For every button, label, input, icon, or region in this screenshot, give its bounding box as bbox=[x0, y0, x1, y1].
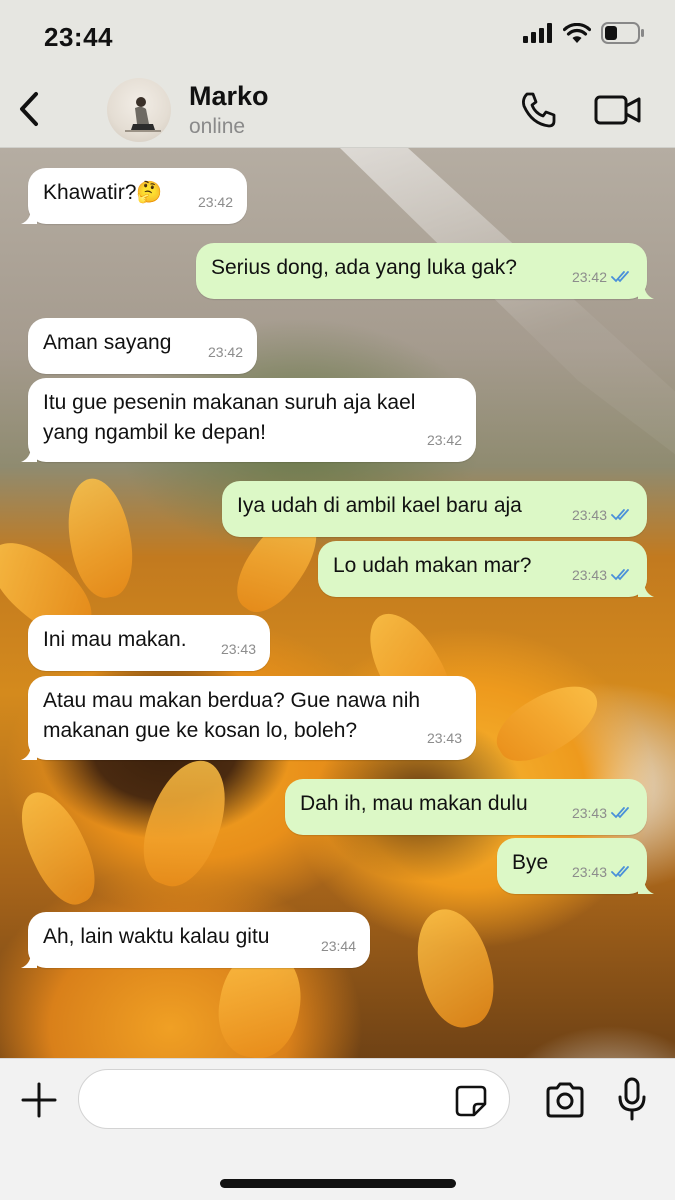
message-meta: 23:42 bbox=[198, 187, 233, 217]
status-time: 23:44 bbox=[44, 22, 113, 52]
video-camera-icon[interactable] bbox=[594, 94, 642, 126]
status-bar: 23:44 bbox=[0, 0, 675, 72]
message-text: Serius dong, ada yang luka gak? bbox=[211, 256, 517, 279]
wallpaper-petal bbox=[405, 900, 505, 1036]
home-indicator[interactable] bbox=[220, 1179, 456, 1188]
message-text: Itu gue pesenin makanan suruh aja kael y… bbox=[43, 391, 416, 444]
wifi-icon bbox=[563, 23, 591, 43]
message-bubble-outgoing[interactable]: Bye 23:43 bbox=[497, 838, 654, 894]
double-check-icon bbox=[611, 866, 629, 878]
message-bubble-incoming[interactable]: Ini mau makan. 23:43 bbox=[28, 615, 270, 671]
double-check-icon bbox=[611, 569, 629, 581]
message-bubble-incoming[interactable]: Khawatir?🤔 23:42 bbox=[21, 168, 247, 224]
camera-icon[interactable] bbox=[544, 1081, 586, 1119]
contact-status: online bbox=[189, 115, 246, 138]
sticker-icon[interactable] bbox=[454, 1084, 488, 1118]
message-bubble-incoming[interactable]: Aman sayang 23:42 bbox=[28, 318, 257, 374]
message-text: Atau mau makan berdua? Gue nawa nih maka… bbox=[43, 689, 421, 742]
bubble-tail bbox=[21, 446, 37, 462]
message-input[interactable] bbox=[78, 1069, 510, 1129]
message-text: Ah, lain waktu kalau gitu bbox=[43, 925, 270, 948]
message-time: 23:44 bbox=[320, 938, 356, 954]
wallpaper-petal bbox=[129, 749, 241, 897]
message-meta: 23:43 bbox=[427, 723, 462, 753]
plus-icon[interactable] bbox=[20, 1081, 58, 1119]
message-meta: 23:43 bbox=[572, 560, 633, 590]
message-meta: 23:44 bbox=[321, 931, 356, 961]
message-bubble-incoming[interactable]: Itu gue pesenin makanan suruh aja kael y… bbox=[21, 378, 476, 462]
message-bubble-incoming[interactable]: Atau mau makan berdua? Gue nawa nih maka… bbox=[21, 676, 476, 760]
message-bubble-outgoing[interactable]: Lo udah makan mar? 23:43 bbox=[318, 541, 654, 597]
message-time: 23:43 bbox=[220, 641, 256, 657]
message-bubble-incoming[interactable]: Ah, lain waktu kalau gitu 23:44 bbox=[21, 912, 370, 968]
bubble-tail bbox=[638, 581, 654, 597]
message-meta: 23:43 bbox=[221, 634, 256, 664]
message-meta: 23:42 bbox=[427, 425, 462, 455]
phone-icon[interactable] bbox=[518, 90, 558, 130]
cellular-signal-icon bbox=[523, 23, 552, 43]
message-meta: 23:43 bbox=[572, 857, 633, 887]
message-bubble-outgoing[interactable]: Dah ih, mau makan dulu 23:43 bbox=[285, 779, 647, 835]
message-bubble-outgoing[interactable]: Serius dong, ada yang luka gak? 23:42 bbox=[196, 243, 654, 299]
avatar[interactable] bbox=[107, 78, 171, 142]
double-check-icon bbox=[611, 271, 629, 283]
back-icon[interactable] bbox=[14, 88, 44, 130]
message-time: 23:43 bbox=[571, 567, 607, 583]
double-check-icon bbox=[611, 807, 629, 819]
contact-name[interactable]: Marko bbox=[189, 81, 269, 112]
message-time: 23:42 bbox=[207, 344, 243, 360]
bubble-tail bbox=[21, 952, 37, 968]
microphone-icon[interactable] bbox=[616, 1077, 648, 1121]
message-time: 23:43 bbox=[571, 507, 607, 523]
message-time: 23:43 bbox=[571, 805, 607, 821]
message-time: 23:43 bbox=[571, 864, 607, 880]
avatar-person-icon bbox=[125, 97, 161, 132]
message-time: 23:42 bbox=[197, 194, 233, 210]
status-icons bbox=[523, 22, 645, 44]
double-check-icon bbox=[611, 509, 629, 521]
wallpaper-petal bbox=[486, 671, 609, 775]
message-meta: 23:42 bbox=[208, 337, 243, 367]
wallpaper-petal bbox=[7, 781, 108, 915]
message-time: 23:42 bbox=[571, 269, 607, 285]
composer-bar bbox=[0, 1058, 675, 1200]
message-meta: 23:43 bbox=[572, 798, 633, 828]
message-time: 23:42 bbox=[426, 432, 462, 448]
chat-header: Marko online bbox=[0, 72, 675, 148]
message-meta: 23:42 bbox=[572, 262, 633, 292]
bubble-tail bbox=[21, 744, 37, 760]
bubble-tail bbox=[21, 208, 37, 224]
message-time: 23:43 bbox=[426, 730, 462, 746]
bubble-tail bbox=[638, 878, 654, 894]
battery-icon bbox=[601, 22, 644, 44]
message-bubble-outgoing[interactable]: Iya udah di ambil kael baru aja 23:43 bbox=[222, 481, 647, 537]
message-meta: 23:43 bbox=[572, 500, 633, 530]
bubble-tail bbox=[638, 283, 654, 299]
